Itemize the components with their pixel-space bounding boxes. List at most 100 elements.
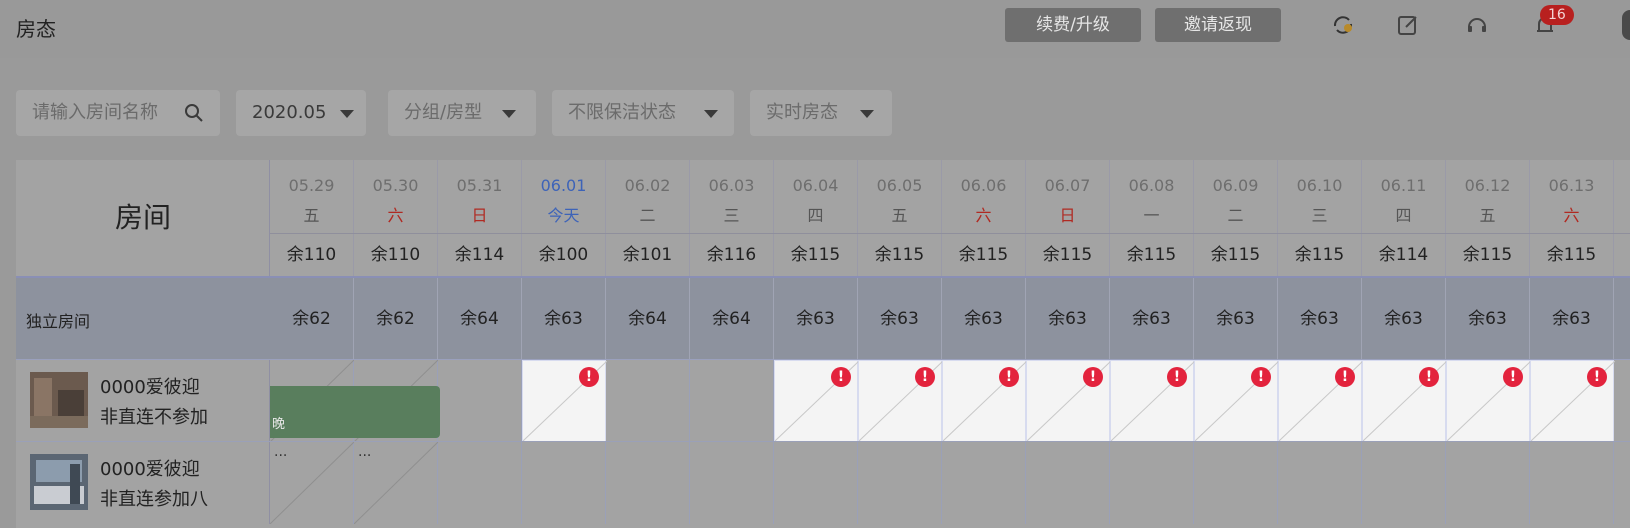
edit-icon[interactable]: [1395, 12, 1421, 38]
total-remaining: 余114: [1378, 245, 1429, 265]
date-label: 06.05: [876, 176, 923, 195]
total-remaining: 余115: [1294, 245, 1345, 265]
avatar[interactable]: [1622, 10, 1630, 40]
closed-cell[interactable]: !: [1110, 360, 1195, 442]
more-dots: ...: [274, 444, 288, 460]
room-date-cell[interactable]: [1026, 442, 1110, 524]
closed-cell[interactable]: !: [1194, 360, 1279, 442]
room-name: 0000爱彼迎: [100, 459, 200, 480]
date-label: 05.31: [456, 176, 503, 195]
alert-icon[interactable]: !: [579, 367, 599, 387]
group-remaining-cell[interactable]: 余63: [858, 278, 942, 360]
room-search-input[interactable]: 请输入房间名称: [16, 90, 220, 136]
room-date-cell[interactable]: [1278, 442, 1362, 524]
total-remaining: 余115: [1042, 245, 1093, 265]
date-column: 05.31 日余114: [438, 160, 522, 277]
group-remaining-cell[interactable]: 余62: [270, 278, 354, 360]
group-roomtype-select[interactable]: 分组/房型: [388, 90, 536, 136]
room-date-cell[interactable]: [774, 442, 858, 524]
headset-icon[interactable]: [1464, 12, 1490, 38]
closed-cell[interactable]: !: [858, 360, 943, 442]
closed-cell[interactable]: !: [1278, 360, 1363, 442]
date-select[interactable]: 2020.05: [236, 90, 366, 136]
group-remaining-cell[interactable]: 余62: [354, 278, 438, 360]
room-date-cell[interactable]: [438, 442, 522, 524]
room-info[interactable]: 0000爱彼迎 非直连参加八: [16, 442, 270, 524]
weekday-label: 日: [1059, 206, 1076, 225]
weekday-label: 日: [471, 206, 488, 225]
alert-icon[interactable]: !: [1503, 367, 1523, 387]
alert-icon[interactable]: !: [1083, 367, 1103, 387]
alert-icon[interactable]: !: [1419, 367, 1439, 387]
room-date-cell[interactable]: [690, 442, 774, 524]
invite-cashback-button[interactable]: 邀请返现: [1155, 8, 1281, 42]
room-info[interactable]: 0000爱彼迎 非直连不参加: [16, 360, 270, 442]
date-column: 06.07 日余115: [1026, 160, 1110, 277]
chevron-down-icon: [340, 110, 354, 118]
room-date-cell[interactable]: [438, 360, 522, 442]
total-remaining: 余115: [1462, 245, 1513, 265]
room-date-cell[interactable]: [690, 360, 774, 442]
closed-cell[interactable]: !: [1362, 360, 1447, 442]
alert-icon[interactable]: !: [831, 367, 851, 387]
alert-icon[interactable]: !: [1335, 367, 1355, 387]
group-remaining-cell[interactable]: 余63: [1530, 278, 1614, 360]
weekday-label: 五: [1479, 206, 1496, 225]
closed-cell[interactable]: !: [942, 360, 1027, 442]
room-date-cell[interactable]: [1110, 442, 1194, 524]
room-date-cell[interactable]: [522, 442, 606, 524]
date-column: 06.08 一余115: [1110, 160, 1194, 277]
closed-cell[interactable]: !: [1026, 360, 1111, 442]
group-remaining-cell[interactable]: 余63: [522, 278, 606, 360]
room-date-cell[interactable]: [1194, 442, 1278, 524]
room-status-select[interactable]: 实时房态: [750, 90, 892, 136]
group-remaining-cell[interactable]: 余64: [606, 278, 690, 360]
group-select-value: 分组/房型: [404, 102, 483, 123]
alert-icon[interactable]: !: [1251, 367, 1271, 387]
group-remaining-cell[interactable]: 余64: [690, 278, 774, 360]
alert-icon[interactable]: !: [999, 367, 1019, 387]
room-date-cell[interactable]: [1446, 442, 1530, 524]
alert-icon[interactable]: !: [1167, 367, 1187, 387]
closed-cell[interactable]: !: [1530, 360, 1615, 442]
total-remaining: 余115: [790, 245, 841, 265]
date-label: 06.10: [1296, 176, 1343, 195]
room-date-cell[interactable]: [1362, 442, 1446, 524]
chevron-down-icon: [860, 110, 874, 118]
group-remaining-cell[interactable]: 余63: [774, 278, 858, 360]
room-date-cell[interactable]: [942, 442, 1026, 524]
status-select-value: 实时房态: [766, 102, 838, 123]
closed-cell[interactable]: !: [522, 360, 607, 442]
sync-icon[interactable]: [1330, 12, 1356, 38]
room-date-cell[interactable]: [606, 360, 690, 442]
total-remaining: 余114: [454, 245, 505, 265]
room-column-header: 房间: [16, 160, 270, 277]
closed-cell[interactable]: !: [1446, 360, 1531, 442]
closed-cell[interactable]: !: [774, 360, 859, 442]
total-remaining: 余110: [286, 245, 337, 265]
group-remaining-cell[interactable]: 余63: [942, 278, 1026, 360]
total-remaining: 余101: [622, 245, 673, 265]
room-date-cell[interactable]: [858, 442, 942, 524]
total-remaining: 余116: [706, 245, 757, 265]
date-column: 05.30 六余110: [354, 160, 438, 277]
group-remaining-cell[interactable]: 余64: [438, 278, 522, 360]
room-date-cell[interactable]: [1530, 442, 1614, 524]
group-remaining-cell[interactable]: 余63: [1446, 278, 1530, 360]
renew-upgrade-button[interactable]: 续费/升级: [1005, 8, 1141, 42]
total-remaining: 余115: [958, 245, 1009, 265]
date-column: 05.29 五余110: [270, 160, 354, 277]
group-remaining-cell[interactable]: 余63: [1194, 278, 1278, 360]
alert-icon[interactable]: !: [1587, 367, 1607, 387]
order-block[interactable]: 晚: [270, 386, 440, 438]
weekday-label: 六: [1563, 206, 1580, 225]
cleaning-status-select[interactable]: 不限保洁状态: [552, 90, 734, 136]
group-remaining-cell[interactable]: 余63: [1362, 278, 1446, 360]
date-label: 05.30: [372, 176, 419, 195]
group-remaining-cell[interactable]: 余63: [1278, 278, 1362, 360]
group-remaining-cell[interactable]: 余63: [1026, 278, 1110, 360]
alert-icon[interactable]: !: [915, 367, 935, 387]
room-date-cell[interactable]: [606, 442, 690, 524]
date-label: 05.29: [288, 176, 335, 195]
group-remaining-cell[interactable]: 余63: [1110, 278, 1194, 360]
